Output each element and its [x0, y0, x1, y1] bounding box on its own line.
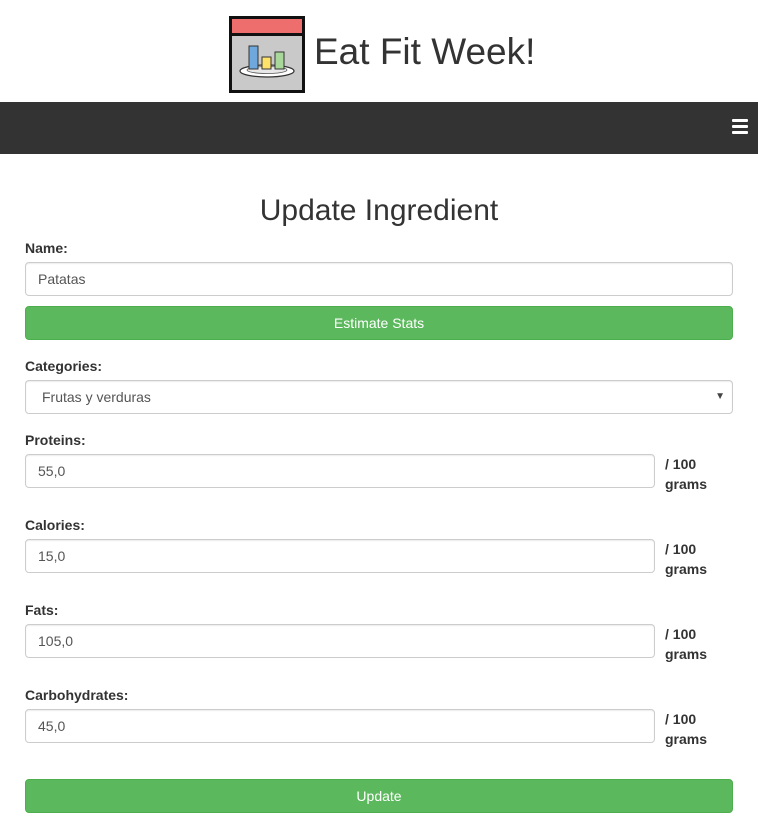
- chart-plate-icon: [239, 45, 295, 78]
- unit-grams: grams: [665, 476, 708, 492]
- header: Eat Fit Week!: [0, 0, 758, 102]
- fats-unit: / 100 grams: [665, 624, 725, 664]
- unit-grams: grams: [665, 646, 708, 662]
- fats-input[interactable]: 105,0: [25, 624, 655, 658]
- unit-grams: grams: [665, 731, 708, 747]
- fats-label: Fats:: [25, 602, 59, 618]
- calories-unit: / 100 grams: [665, 539, 725, 579]
- proteins-input[interactable]: 55,0: [25, 454, 655, 488]
- app-logo: [229, 16, 305, 93]
- categories-select[interactable]: Frutas y verduras ▼: [25, 380, 733, 414]
- carbohydrates-input[interactable]: 45,0: [25, 709, 655, 743]
- proteins-unit: / 100 grams: [665, 454, 725, 494]
- unit-grams: grams: [665, 561, 708, 577]
- hamburger-icon[interactable]: [732, 119, 748, 135]
- calories-input[interactable]: 15,0: [25, 539, 655, 573]
- unit-per-100: / 100: [665, 626, 697, 642]
- app-title: Eat Fit Week!: [314, 31, 536, 72]
- unit-per-100: / 100: [665, 456, 697, 472]
- caret-down-icon: ▼: [715, 391, 725, 402]
- update-button[interactable]: Update: [25, 779, 733, 813]
- page-title: Update Ingredient: [259, 194, 499, 227]
- unit-per-100: / 100: [665, 541, 697, 557]
- carbohydrates-unit: / 100 grams: [665, 709, 725, 749]
- unit-per-100: / 100: [665, 711, 697, 727]
- calories-label: Calories:: [25, 517, 85, 533]
- categories-label: Categories:: [25, 358, 103, 374]
- carbohydrates-label: Carbohydrates:: [25, 687, 129, 703]
- navbar: [0, 102, 758, 154]
- logo-top-bar: [232, 19, 302, 36]
- estimate-stats-button[interactable]: Estimate Stats: [25, 306, 733, 340]
- name-label: Name:: [25, 240, 68, 256]
- name-input[interactable]: Patatas: [25, 262, 733, 296]
- proteins-label: Proteins:: [25, 432, 86, 448]
- categories-selected-value: Frutas y verduras: [42, 389, 151, 405]
